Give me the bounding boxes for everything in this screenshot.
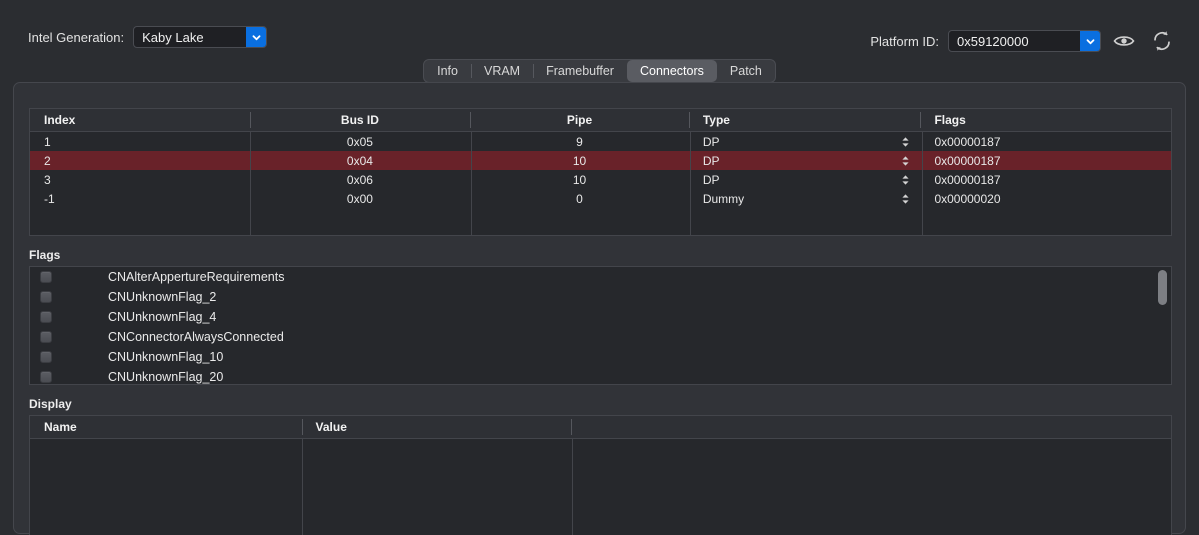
platform-id-value: 0x59120000: [957, 33, 1029, 49]
connectors-table-body: 1 0x05 9 DP 0x00000187 2 0x04 10 DP 0x00000187 3 0x…: [30, 132, 1171, 208]
column-header-index[interactable]: Index: [30, 109, 250, 131]
stepper-icon[interactable]: [901, 174, 910, 186]
tab-group: Info VRAM Framebuffer Connectors Patch: [423, 59, 776, 83]
list-item[interactable]: CNConnectorAlwaysConnected: [30, 327, 1171, 347]
cell-index: -1: [44, 191, 55, 206]
column-divider: [302, 439, 303, 535]
flag-checkbox[interactable]: [40, 371, 52, 383]
flag-label: CNUnknownFlag_20: [108, 370, 224, 384]
table-row[interactable]: 3 0x06 10 DP 0x00000187: [30, 170, 1171, 189]
display-table[interactable]: Name Value: [29, 415, 1172, 535]
column-header-pipe[interactable]: Pipe: [470, 109, 689, 131]
cell-index: 1: [44, 134, 51, 149]
display-section-label: Display: [29, 397, 72, 411]
table-row[interactable]: 2 0x04 10 DP 0x00000187: [30, 151, 1171, 170]
column-divider: [250, 132, 251, 235]
column-header-value[interactable]: Value: [301, 416, 572, 438]
cell-flags: 0x00000187: [934, 134, 1001, 149]
refresh-icon[interactable]: [1147, 26, 1177, 56]
cell-type-value: Dummy: [702, 191, 745, 206]
flag-checkbox[interactable]: [40, 291, 52, 303]
cell-pipe: 10: [572, 153, 587, 168]
tab-bar: Info VRAM Framebuffer Connectors Patch: [0, 59, 1199, 83]
stepper-icon[interactable]: [901, 193, 910, 205]
column-header-extra[interactable]: [571, 416, 1171, 438]
cell-index: 2: [44, 153, 51, 168]
cell-pipe: 10: [572, 172, 587, 187]
flag-label: CNAlterAppertureRequirements: [108, 270, 285, 284]
cell-pipe: 0: [576, 191, 583, 206]
cell-flags: 0x00000187: [934, 153, 1001, 168]
eye-icon[interactable]: [1109, 26, 1139, 56]
chevron-down-icon[interactable]: [245, 27, 267, 47]
column-header-name[interactable]: Name: [30, 416, 302, 438]
cell-type[interactable]: Dummy: [689, 189, 921, 208]
flags-scrollbar[interactable]: [1156, 269, 1169, 382]
list-item[interactable]: CNUnknownFlag_10: [30, 347, 1171, 367]
cell-type[interactable]: DP: [689, 132, 921, 151]
table-row[interactable]: -1 0x00 0 Dummy 0x00000020: [30, 189, 1171, 208]
cell-type-value: DP: [702, 153, 720, 168]
tab-info[interactable]: Info: [424, 60, 471, 82]
flag-checkbox[interactable]: [40, 331, 52, 343]
list-item[interactable]: CNUnknownFlag_4: [30, 307, 1171, 327]
intel-generation-dropdown[interactable]: Kaby Lake: [133, 26, 268, 48]
flag-checkbox[interactable]: [40, 311, 52, 323]
column-header-bus-id[interactable]: Bus ID: [249, 109, 471, 131]
flag-checkbox[interactable]: [40, 271, 52, 283]
cell-flags: 0x00000187: [934, 172, 1001, 187]
stepper-icon[interactable]: [901, 136, 910, 148]
flags-section-label: Flags: [29, 248, 61, 262]
intel-generation-label: Intel Generation:: [28, 29, 125, 45]
flag-label: CNUnknownFlag_4: [108, 310, 217, 324]
chevron-down-icon[interactable]: [1079, 31, 1100, 51]
column-divider: [471, 132, 472, 235]
connectors-table[interactable]: Index Bus ID Pipe Type Flags 1 0x05 9 DP 0x0…: [29, 108, 1172, 236]
cell-type[interactable]: DP: [689, 151, 921, 170]
cell-bus-id: 0x00: [346, 191, 373, 206]
column-divider: [572, 439, 573, 535]
toolbar: Intel Generation: Kaby Lake Platform ID:…: [0, 0, 1199, 60]
tab-vram[interactable]: VRAM: [470, 60, 533, 82]
platform-id-group: Platform ID: 0x59120000: [870, 26, 1177, 56]
column-header-flags[interactable]: Flags: [920, 109, 1171, 131]
cell-pipe: 9: [576, 134, 583, 149]
platform-id-label: Platform ID:: [870, 33, 939, 49]
flags-scrollbar-thumb[interactable]: [1158, 270, 1167, 305]
cell-type-value: DP: [702, 134, 720, 149]
tab-framebuffer[interactable]: Framebuffer: [533, 60, 627, 82]
table-row[interactable]: 1 0x05 9 DP 0x00000187: [30, 132, 1171, 151]
display-table-header: Name Value: [30, 416, 1171, 439]
cell-index: 3: [44, 172, 51, 187]
cell-bus-id: 0x04: [346, 153, 373, 168]
flags-list[interactable]: CNAlterAppertureRequirements CNUnknownFla…: [29, 266, 1172, 385]
cell-bus-id: 0x05: [346, 134, 373, 149]
cell-flags: 0x00000020: [934, 191, 1001, 206]
platform-id-dropdown[interactable]: 0x59120000: [948, 30, 1101, 52]
flags-list-body: CNAlterAppertureRequirements CNUnknownFla…: [30, 267, 1171, 384]
list-item[interactable]: CNAlterAppertureRequirements: [30, 267, 1171, 287]
cell-type[interactable]: DP: [689, 170, 921, 189]
column-divider: [690, 132, 691, 235]
column-header-type[interactable]: Type: [688, 109, 921, 131]
list-item[interactable]: CNUnknownFlag_20: [30, 367, 1171, 384]
intel-generation-value: Kaby Lake: [142, 29, 204, 45]
flag-label: CNConnectorAlwaysConnected: [108, 330, 284, 344]
cell-type-value: DP: [702, 172, 720, 187]
list-item[interactable]: CNUnknownFlag_2: [30, 287, 1171, 307]
intel-generation-group: Intel Generation: Kaby Lake: [28, 26, 268, 48]
flag-label: CNUnknownFlag_10: [108, 350, 224, 364]
cell-bus-id: 0x06: [346, 172, 373, 187]
flag-checkbox[interactable]: [40, 351, 52, 363]
tab-connectors[interactable]: Connectors: [626, 60, 717, 82]
column-divider: [922, 132, 923, 235]
stepper-icon[interactable]: [901, 155, 910, 167]
tab-patch[interactable]: Patch: [717, 60, 775, 82]
connectors-table-header: Index Bus ID Pipe Type Flags: [30, 109, 1171, 132]
connectors-panel: Index Bus ID Pipe Type Flags 1 0x05 9 DP 0x0…: [13, 82, 1186, 535]
flag-label: CNUnknownFlag_2: [108, 290, 217, 304]
